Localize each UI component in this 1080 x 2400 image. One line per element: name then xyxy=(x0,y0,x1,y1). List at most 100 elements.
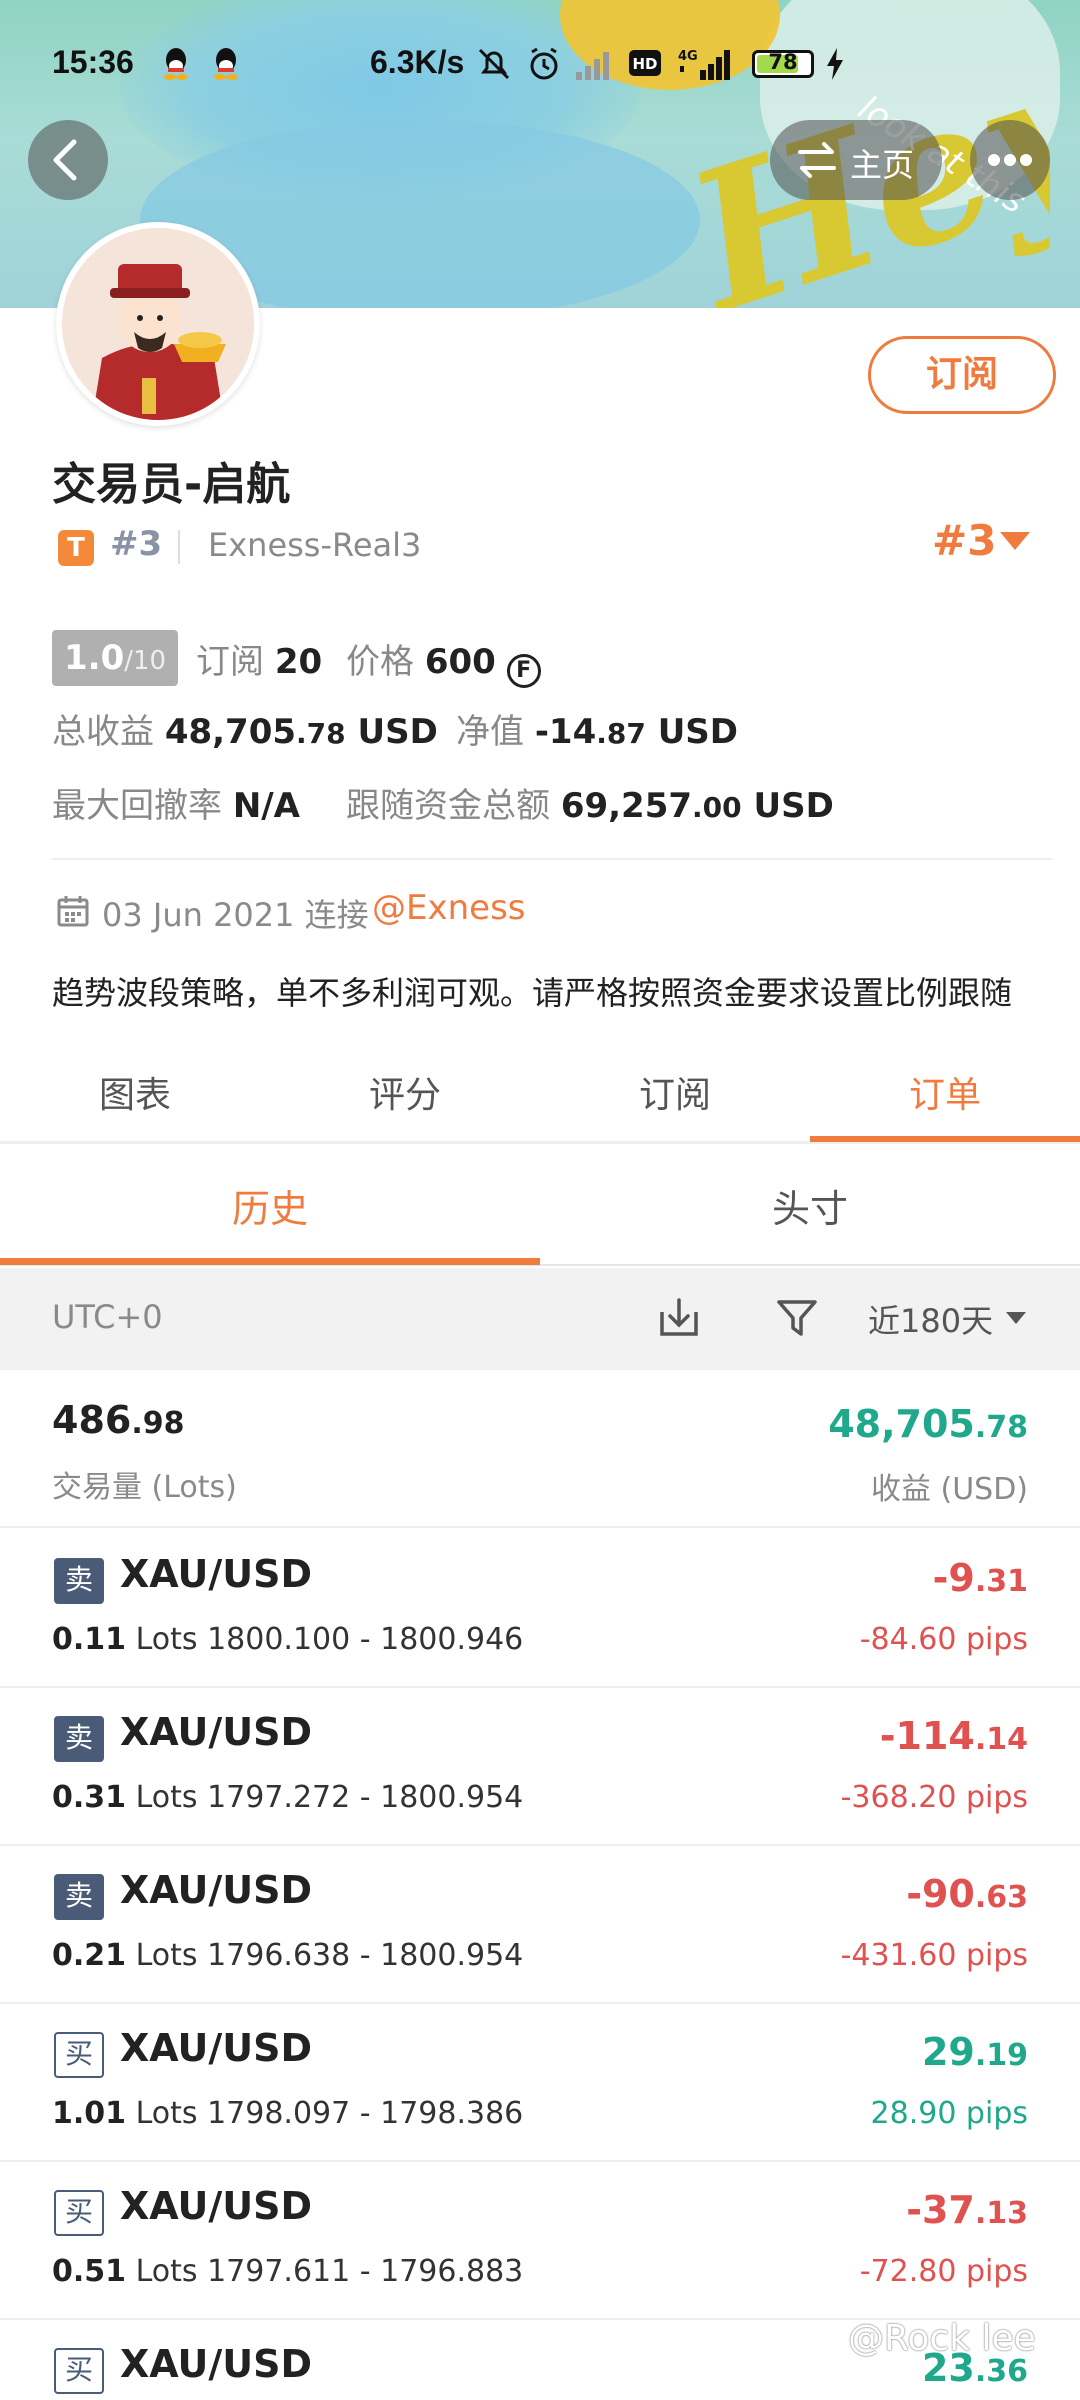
total-profit-stat: 总收益 48,705.78 USD xyxy=(52,704,438,753)
filter-icon[interactable] xyxy=(774,1294,820,1340)
main-tabs: 图表 评分 订阅 订单 xyxy=(0,1048,1080,1144)
profit-main: 48,705 xyxy=(828,1402,975,1446)
order-symbol: XAU/USD xyxy=(120,1868,313,1912)
tab-chart[interactable]: 图表 xyxy=(0,1066,270,1118)
order-lots-unit: Lots xyxy=(135,1622,198,1657)
order-pips: -72.80 pips xyxy=(859,2254,1028,2289)
network-type-text: 4G xyxy=(678,49,698,64)
period-dropdown[interactable]: 近180天 xyxy=(868,1296,993,1342)
order-lots-range: 1.01 Lots 1798.097 - 1798.386 xyxy=(52,2096,523,2131)
profit-label: 收益 (USD) xyxy=(870,1472,1028,1507)
order-side-badge: 卖 xyxy=(54,1874,104,1920)
order-profit-decimals: .31 xyxy=(974,1564,1028,1599)
follow-funds-decimals: .00 xyxy=(692,791,742,824)
divider xyxy=(178,530,180,564)
caret-down-icon[interactable] xyxy=(1006,1312,1026,1324)
order-profit: -9.31 xyxy=(933,1556,1028,1600)
date-value: 03 Jun 2021 xyxy=(102,896,295,934)
tab-orders[interactable]: 订单 xyxy=(810,1066,1080,1118)
order-lots-range: 0.31 Lots 1797.272 - 1800.954 xyxy=(52,1780,523,1815)
subscribers-count: 20 xyxy=(274,642,323,682)
order-row[interactable]: 买 XAU/USD 0.51 Lots 1797.611 - 1796.883 -37… xyxy=(0,2162,1080,2320)
order-symbol: XAU/USD xyxy=(120,2342,313,2386)
drawdown-label: 最大回撤率 xyxy=(52,786,222,826)
strategy-description: 趋势波段策略，单不多利润可观。请严格按照资金要求设置比例跟随 xyxy=(52,974,1013,1012)
order-symbol: XAU/USD xyxy=(120,1710,313,1754)
price-stat: 价格 600 F xyxy=(346,634,541,688)
order-profit: -114.14 xyxy=(880,1714,1028,1758)
follow-funds-stat: 跟随资金总额 69,257.00 USD xyxy=(346,778,834,827)
price-value: 600 xyxy=(424,642,496,682)
server-name: Exness-Real3 xyxy=(208,526,422,564)
order-pips: -431.60 pips xyxy=(840,1938,1028,1973)
order-lots-range: 0.21 Lots 1796.638 - 1800.954 xyxy=(52,1938,523,1973)
svg-text:HD: HD xyxy=(632,55,657,73)
avatar-illustration xyxy=(62,228,254,420)
more-button[interactable] xyxy=(970,120,1050,200)
order-lots-unit: Lots xyxy=(135,2254,198,2289)
order-lots-unit: Lots xyxy=(135,1938,198,1973)
order-lots-unit: Lots xyxy=(135,2096,198,2131)
back-button[interactable] xyxy=(28,120,108,200)
order-profit-decimals: .36 xyxy=(974,2354,1028,2389)
tab-positions[interactable]: 头寸 xyxy=(540,1178,1080,1233)
order-profit-main: -114 xyxy=(879,1714,975,1758)
order-side-badge: 买 xyxy=(54,2190,104,2236)
total-profit-unit: USD xyxy=(357,712,438,752)
order-profit: 29.19 xyxy=(922,2030,1028,2074)
battery-level: 78 xyxy=(768,50,798,74)
net-speed: 6.3K/s xyxy=(370,44,465,80)
home-button[interactable]: 主页 xyxy=(770,120,942,200)
download-icon[interactable] xyxy=(656,1294,702,1340)
timezone-label: UTC+0 xyxy=(52,1298,163,1336)
status-bar: 15:36 6.3K/s HD 4G 78 xyxy=(0,38,1080,92)
equity-label: 净值 xyxy=(456,712,524,752)
follow-funds-unit: USD xyxy=(753,786,834,826)
order-lots-range: 0.11 Lots 1800.100 - 1800.946 xyxy=(52,1622,523,1657)
order-profit-decimals: .14 xyxy=(974,1722,1028,1757)
qq-icon xyxy=(164,48,188,80)
more-dots-icon xyxy=(988,154,1032,166)
calendar-icon xyxy=(57,896,89,927)
tab-rating[interactable]: 评分 xyxy=(270,1066,540,1118)
avatar[interactable] xyxy=(56,222,260,426)
watermark: @Rock lee xyxy=(848,2318,1036,2359)
mute-bell-icon xyxy=(478,48,510,80)
equity-decimals: .87 xyxy=(596,717,646,750)
rank-small: #3 xyxy=(110,524,163,564)
order-symbol: XAU/USD xyxy=(120,1552,313,1596)
broker-link[interactable]: @Exness xyxy=(372,888,526,928)
order-profit-main: -9 xyxy=(932,1556,975,1600)
order-profit-decimals: .63 xyxy=(974,1880,1028,1915)
score-value: 1.0 xyxy=(64,638,125,678)
order-symbol: XAU/USD xyxy=(120,2184,313,2228)
price-label: 价格 xyxy=(346,642,414,682)
tab-indicator xyxy=(810,1136,1080,1142)
equity-stat: 净值 -14.87 USD xyxy=(456,704,738,753)
follow-funds-value: 69,257 xyxy=(560,786,693,826)
order-row[interactable]: 卖 XAU/USD 0.21 Lots 1796.638 - 1800.954 -90… xyxy=(0,1846,1080,2004)
battery-icon: 78 xyxy=(752,50,814,78)
order-subtabs: 历史 头寸 xyxy=(0,1146,1080,1266)
order-price-range: 1797.272 - 1800.954 xyxy=(207,1780,524,1815)
order-profit-decimals: .13 xyxy=(974,2196,1028,2231)
home-button-label: 主页 xyxy=(850,146,915,184)
subscribe-button[interactable]: 订阅 xyxy=(868,336,1056,414)
tab-subscriptions[interactable]: 订阅 xyxy=(540,1066,810,1118)
order-row[interactable]: 买 XAU/USD 1.01 Lots 1798.097 - 1798.386 29.… xyxy=(0,2004,1080,2162)
order-profit-main: -37 xyxy=(906,2188,975,2232)
tab-history[interactable]: 历史 xyxy=(0,1178,540,1233)
order-row[interactable]: 卖 XAU/USD 0.31 Lots 1797.272 - 1800.954 -11… xyxy=(0,1688,1080,1846)
divider xyxy=(52,858,1052,860)
order-pips: -84.60 pips xyxy=(859,1622,1028,1657)
order-row[interactable]: 卖 XAU/USD 0.11 Lots 1800.100 - 1800.946 -9.… xyxy=(0,1530,1080,1688)
order-profit: -90.63 xyxy=(906,1872,1028,1916)
caret-down-icon[interactable] xyxy=(1000,532,1030,550)
drawdown-stat: 最大回撤率 N/A xyxy=(52,778,300,827)
trader-level-badge: T xyxy=(58,530,94,566)
order-price-range: 1797.611 - 1796.883 xyxy=(207,2254,524,2289)
volume-decimals: .98 xyxy=(131,1406,185,1441)
rank-dropdown[interactable]: #3 xyxy=(932,516,996,565)
order-lots: 0.11 xyxy=(52,1622,127,1657)
volume-value: 486.98 xyxy=(52,1398,184,1442)
